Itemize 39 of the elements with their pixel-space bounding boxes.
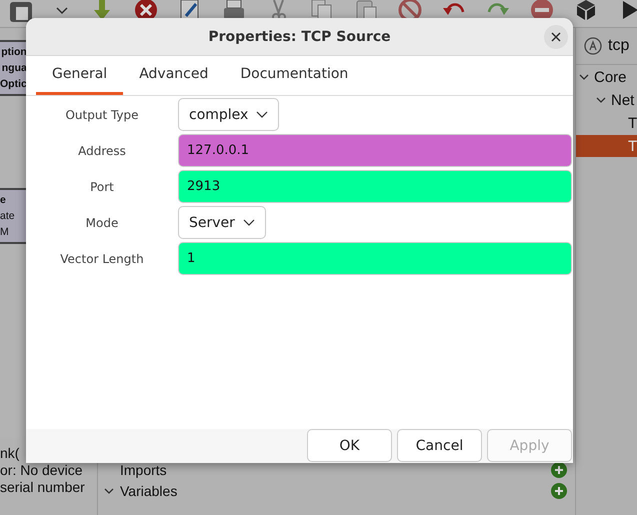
window-title: Properties: TCP Source [208,28,391,44]
dialog-button[interactable]: OK [307,429,392,462]
console-line: nk( [0,445,20,462]
search-field[interactable]: tcp [576,28,637,65]
tree-item[interactable]: Imports [120,462,551,478]
dialog-button[interactable]: Cancel [397,429,482,462]
field-label: Output Type [64,106,140,124]
add-icon[interactable] [551,482,567,498]
field-label: Address [77,142,127,160]
chevron-down-icon[interactable] [256,110,268,118]
tab[interactable]: Documentation [224,56,364,95]
tree-item[interactable]: Net [576,89,637,111]
close-button[interactable] [544,25,568,49]
tree-item[interactable]: Core [576,66,637,88]
chevron-down-icon[interactable] [242,218,255,226]
dropdown[interactable]: complex [178,98,280,131]
search-icon[interactable] [584,37,602,55]
field-label: Port [89,178,115,196]
console-line: or: No device [0,462,84,479]
tree-item[interactable]: T [576,112,637,134]
field-label: Mode [84,214,120,232]
block-text: Optic [0,77,27,92]
console-line: serial number [0,479,86,496]
block-text: M [0,225,10,240]
tab[interactable]: Advanced [123,56,224,95]
block-text: e [0,193,7,208]
tab[interactable]: General [36,56,124,95]
block-text: ption [0,45,27,60]
input-field[interactable]: 1 [178,242,572,275]
field-label: Vector Length [59,250,145,268]
dropdown[interactable]: Server [178,206,266,239]
block-text: ngua [0,61,27,76]
close-icon[interactable] [551,32,561,42]
tree-item[interactable]: T [576,135,637,157]
input-field[interactable]: 127.0.0.1 [178,134,572,167]
tree-item[interactable]: Variables [120,482,551,498]
cube-icon[interactable] [574,0,598,23]
input-field[interactable]: 2913 [178,170,572,203]
block-text: ate [0,209,16,224]
